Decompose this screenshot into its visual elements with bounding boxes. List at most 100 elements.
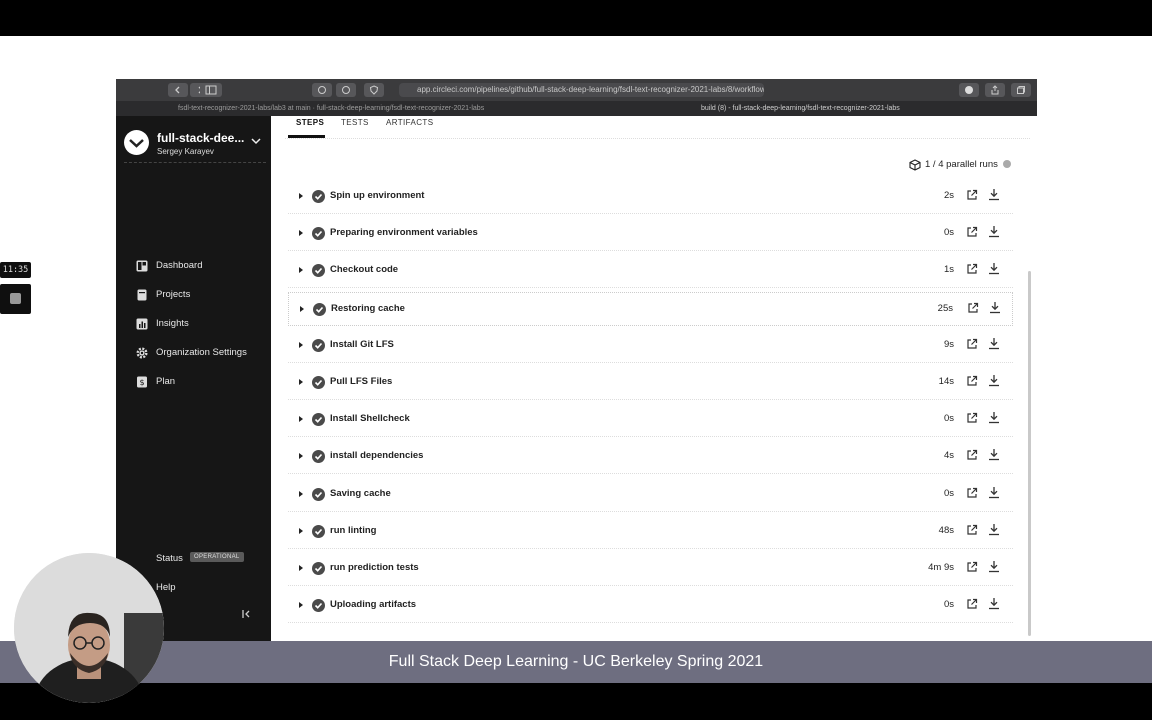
download-icon[interactable] <box>988 486 1000 499</box>
extension-icon <box>318 86 326 94</box>
status-badge: OPERATIONAL <box>190 552 244 562</box>
download-icon[interactable] <box>988 337 1000 350</box>
expand-arrow-icon[interactable] <box>299 267 303 274</box>
step-row[interactable]: Install Git LFS 9s <box>288 329 1013 363</box>
tabs-overview-button[interactable] <box>1011 83 1031 97</box>
vertical-scrollbar[interactable] <box>1028 271 1031 636</box>
sidebar-item-plan[interactable]: $ Plan <box>136 374 266 390</box>
projects-icon <box>137 289 147 301</box>
open-external-icon[interactable] <box>966 412 978 424</box>
sidebar-item-organization-settings[interactable]: Organization Settings <box>136 345 266 361</box>
browser-window: app.circleci.com/pipelines/github/full-s… <box>116 79 1037 641</box>
step-row[interactable]: Restoring cache 25s <box>288 291 1013 326</box>
step-row[interactable]: Checkout code 1s <box>288 254 1013 289</box>
expand-arrow-icon[interactable] <box>299 341 303 348</box>
org-switcher[interactable]: full-stack-dee... Sergey Karayev <box>124 127 266 157</box>
success-check-icon <box>312 487 325 501</box>
download-icon[interactable] <box>988 188 1000 201</box>
open-external-icon[interactable] <box>967 302 979 314</box>
share-icon <box>991 85 999 95</box>
extension-button-1[interactable] <box>312 83 332 97</box>
step-duration: 2s <box>943 190 954 201</box>
sidebar-item-projects[interactable]: Projects <box>136 287 266 303</box>
help-link[interactable]: Help <box>156 582 176 593</box>
step-name: install dependencies <box>330 450 424 462</box>
step-name: Preparing environment variables <box>330 227 478 239</box>
sidebar-item-dashboard[interactable]: Dashboard <box>136 258 266 274</box>
browser-tab-github[interactable]: fsdl-text-recognizer-2021-labs/lab3 at m… <box>178 103 508 114</box>
expand-arrow-icon[interactable] <box>299 490 303 497</box>
open-external-icon[interactable] <box>966 524 978 536</box>
open-external-icon[interactable] <box>966 449 978 461</box>
expand-arrow-icon[interactable] <box>299 379 303 385</box>
sidebar-item-label: Projects <box>156 289 191 300</box>
download-icon[interactable] <box>988 225 1000 238</box>
back-button[interactable] <box>168 83 188 97</box>
success-check-icon <box>312 413 325 427</box>
step-row[interactable]: Preparing environment variables 0s <box>288 217 1013 252</box>
step-row[interactable]: run linting 48s <box>288 515 1013 549</box>
expand-arrow-icon[interactable] <box>299 416 303 423</box>
expand-arrow-icon[interactable] <box>299 230 303 237</box>
open-external-icon[interactable] <box>966 375 978 387</box>
step-name: run linting <box>330 524 377 536</box>
tab-tests[interactable]: TESTS <box>341 118 369 127</box>
download-icon[interactable] <box>988 411 1000 424</box>
step-row[interactable]: Pull LFS Files 14s <box>288 366 1013 400</box>
stop-recording-button[interactable] <box>0 284 31 314</box>
open-external-icon[interactable] <box>966 598 978 610</box>
open-external-icon[interactable] <box>966 487 978 499</box>
sidebar-item-label: Insights <box>156 318 189 329</box>
step-row[interactable]: Spin up environment 2s <box>288 180 1013 214</box>
step-row[interactable]: Saving cache 0s <box>288 478 1013 512</box>
box-icon <box>909 159 921 171</box>
open-external-icon[interactable] <box>966 189 978 201</box>
open-external-icon[interactable] <box>966 263 978 275</box>
address-bar[interactable]: app.circleci.com/pipelines/github/full-s… <box>399 83 764 97</box>
open-external-icon[interactable] <box>966 338 978 350</box>
download-icon[interactable] <box>988 523 1000 536</box>
download-icon[interactable] <box>988 560 1000 573</box>
download-icon[interactable] <box>988 597 1000 610</box>
sidebar-item-insights[interactable]: Insights <box>136 316 266 332</box>
success-check-icon <box>312 338 325 352</box>
share-button[interactable] <box>985 83 1005 97</box>
step-name: Uploading artifacts <box>330 599 417 611</box>
parallel-runs-selector[interactable]: 1 / 4 parallel runs <box>909 159 1019 171</box>
expand-arrow-icon[interactable] <box>299 453 303 460</box>
download-icon[interactable] <box>988 374 1000 387</box>
tab-divider <box>285 138 1030 139</box>
expand-arrow-icon[interactable] <box>299 602 303 609</box>
step-name: Checkout code <box>330 264 399 276</box>
step-row[interactable]: run prediction tests 4m 9s <box>288 552 1013 586</box>
browser-toolbar: app.circleci.com/pipelines/github/full-s… <box>116 79 1037 101</box>
step-row[interactable]: Uploading artifacts 0s <box>288 589 1013 624</box>
tab-steps[interactable]: STEPS <box>296 118 324 127</box>
expand-arrow-icon[interactable] <box>299 193 303 199</box>
expand-arrow-icon[interactable] <box>299 565 303 571</box>
status-link[interactable]: Status OPERATIONAL <box>136 552 266 567</box>
step-duration: 0s <box>943 413 954 425</box>
expand-arrow-icon[interactable] <box>299 527 303 534</box>
step-row[interactable]: Install Shellcheck 0s <box>288 403 1013 438</box>
open-external-icon[interactable] <box>966 226 978 238</box>
info-icon[interactable] <box>1003 160 1011 168</box>
collapse-sidebar-icon[interactable] <box>241 609 251 619</box>
caption-text: Full Stack Deep Learning - UC Berkeley S… <box>388 653 764 670</box>
download-icon[interactable] <box>988 448 1000 461</box>
success-check-icon <box>312 227 325 241</box>
browser-tab-circleci[interactable]: build (8) - full-stack-deep-learning/fsd… <box>701 103 991 114</box>
step-row[interactable]: install dependencies 4s <box>288 440 1013 475</box>
extension-button-2[interactable] <box>336 83 356 97</box>
expand-arrow-icon[interactable] <box>300 305 304 312</box>
stop-icon <box>10 293 21 304</box>
download-button[interactable] <box>959 83 979 97</box>
sidebar-toggle-button[interactable] <box>200 83 222 97</box>
sidebar-item-label: Organization Settings <box>156 347 247 358</box>
sidebar-item-label: Plan <box>156 376 176 387</box>
download-icon[interactable] <box>989 301 1001 314</box>
open-external-icon[interactable] <box>966 561 978 573</box>
privacy-button[interactable] <box>364 83 384 97</box>
tab-artifacts[interactable]: ARTIFACTS <box>386 118 433 127</box>
download-icon[interactable] <box>988 262 1000 275</box>
